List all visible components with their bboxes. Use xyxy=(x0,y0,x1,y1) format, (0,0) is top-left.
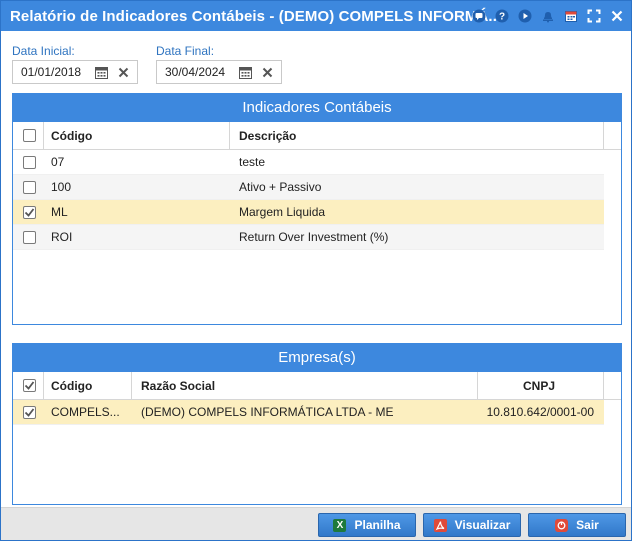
indicators-grid-header: Código Descrição xyxy=(13,122,621,150)
companies-grid-body: COMPELS... (DEMO) COMPELS INFORMÁTICA LTD… xyxy=(13,400,621,425)
start-date-field[interactable]: 01/01/2018 xyxy=(12,60,138,84)
indicator-code: ROI xyxy=(51,230,73,244)
bell-icon[interactable] xyxy=(540,8,556,24)
indicators-panel: Indicadores Contábeis Código Descrição 0… xyxy=(12,93,622,325)
column-separator xyxy=(603,122,604,149)
exit-icon xyxy=(555,518,569,532)
companies-grid-header: Código Razão Social CNPJ xyxy=(13,372,621,400)
indicator-row[interactable]: 100 Ativo + Passivo xyxy=(13,175,604,200)
companies-panel-title: Empresa(s) xyxy=(13,344,621,372)
indicator-description: Margem Liquida xyxy=(239,205,326,219)
indicator-row-checkbox-cell xyxy=(23,225,36,249)
indicator-row-checkbox[interactable] xyxy=(23,230,36,244)
indicators-grid-body: 07 teste 100 Ativo + Passivo ML Margem Liquid… xyxy=(13,150,621,250)
column-separator xyxy=(131,372,132,399)
start-date-label: Data Inicial: xyxy=(12,44,75,58)
visualizar-button-label: Visualizar xyxy=(454,518,511,532)
company-row-checkbox-cell xyxy=(23,400,36,424)
column-separator xyxy=(229,122,230,149)
indicators-panel-title: Indicadores Contábeis xyxy=(13,94,621,122)
indicator-row-checkbox[interactable] xyxy=(23,180,36,194)
end-date-label: Data Final: xyxy=(156,44,215,58)
visualizar-button[interactable]: Visualizar xyxy=(423,513,521,537)
companies-panel: Empresa(s) Código Razão Social CNPJ COMP… xyxy=(12,343,622,505)
sair-button[interactable]: Sair xyxy=(528,513,626,537)
planilha-button-label: Planilha xyxy=(354,518,401,532)
indicator-row[interactable]: 07 teste xyxy=(13,150,604,175)
company-row[interactable]: COMPELS... (DEMO) COMPELS INFORMÁTICA LTD… xyxy=(13,400,604,425)
fullscreen-icon[interactable] xyxy=(586,8,602,24)
companies-column-code[interactable]: Código xyxy=(51,372,92,399)
column-separator xyxy=(43,372,44,399)
indicator-row-checkbox[interactable] xyxy=(23,155,36,169)
indicator-row-checkbox-cell xyxy=(23,200,36,224)
start-date-calendar-icon[interactable] xyxy=(90,61,112,83)
excel-icon: X xyxy=(333,518,347,532)
sair-button-label: Sair xyxy=(576,518,599,532)
help-icon[interactable]: ? xyxy=(494,8,510,24)
start-date-value[interactable]: 01/01/2018 xyxy=(13,65,90,79)
indicator-description: teste xyxy=(239,155,266,169)
calendar-icon[interactable] xyxy=(563,8,579,24)
indicators-column-description[interactable]: Descrição xyxy=(239,122,296,149)
column-separator xyxy=(477,372,478,399)
indicators-select-all-checkbox[interactable] xyxy=(23,122,36,149)
indicators-column-code[interactable]: Código xyxy=(51,122,92,149)
chat-icon[interactable] xyxy=(471,8,487,24)
column-separator xyxy=(603,372,604,399)
footer-toolbar: X Planilha Visualizar Sair xyxy=(1,507,631,540)
start-date-clear-icon[interactable] xyxy=(112,61,134,83)
svg-text:?: ? xyxy=(499,12,505,23)
indicator-code: 100 xyxy=(51,180,72,194)
pdf-icon xyxy=(433,518,447,532)
indicator-description: Ativo + Passivo xyxy=(239,180,322,194)
company-name: (DEMO) COMPELS INFORMÁTICA LTDA - ME xyxy=(141,405,394,419)
end-date-calendar-icon[interactable] xyxy=(234,61,256,83)
title-bar-icons: ? xyxy=(471,7,625,25)
companies-column-cnpj[interactable]: CNPJ xyxy=(523,372,555,399)
end-date-clear-icon[interactable] xyxy=(256,61,278,83)
indicator-code: 07 xyxy=(51,155,65,169)
report-window: Relatório de Indicadores Contábeis - (DE… xyxy=(0,0,632,541)
indicator-row-checkbox[interactable] xyxy=(23,205,36,219)
end-date-value[interactable]: 30/04/2024 xyxy=(157,65,234,79)
indicator-code: ML xyxy=(51,205,68,219)
indicator-row[interactable]: ROI Return Over Investment (%) xyxy=(13,225,604,250)
indicator-row-checkbox-cell xyxy=(23,175,36,199)
close-icon[interactable] xyxy=(609,8,625,24)
indicator-row[interactable]: ML Margem Liquida xyxy=(13,200,604,225)
indicator-row-checkbox-cell xyxy=(23,150,36,174)
company-code: COMPELS... xyxy=(51,405,120,419)
company-row-checkbox[interactable] xyxy=(23,405,36,419)
end-date-field[interactable]: 30/04/2024 xyxy=(156,60,282,84)
play-icon[interactable] xyxy=(517,8,533,24)
indicator-description: Return Over Investment (%) xyxy=(239,230,389,244)
window-title: Relatório de Indicadores Contábeis - (DE… xyxy=(10,8,502,25)
companies-column-name[interactable]: Razão Social xyxy=(141,372,215,399)
companies-select-all-checkbox[interactable] xyxy=(23,372,36,399)
column-separator xyxy=(43,122,44,149)
title-bar: Relatório de Indicadores Contábeis - (DE… xyxy=(1,1,631,31)
company-cnpj: 10.810.642/0001-00 xyxy=(486,405,594,419)
planilha-button[interactable]: X Planilha xyxy=(318,513,416,537)
